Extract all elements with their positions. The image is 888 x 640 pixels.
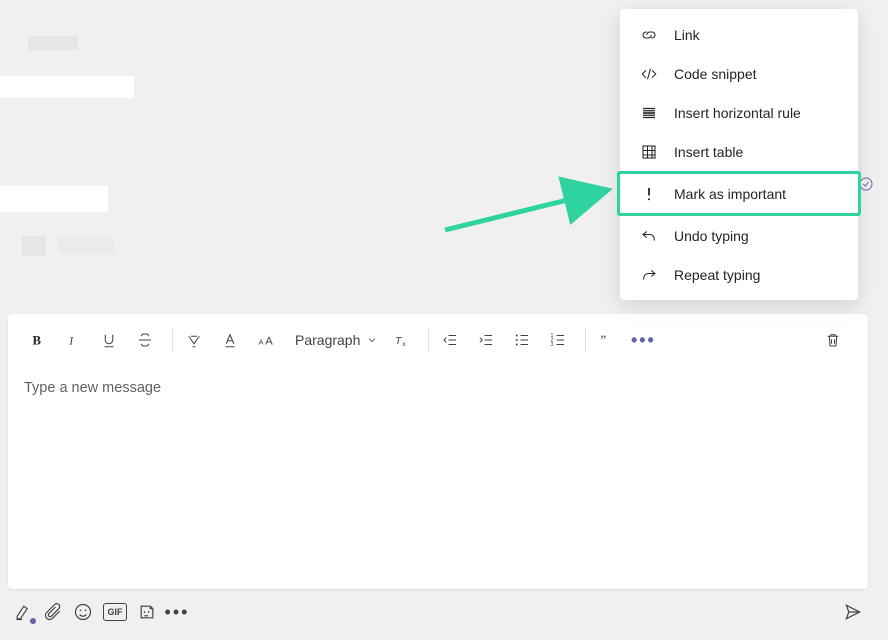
bold-button[interactable]: B xyxy=(22,325,52,355)
menu-item-label: Mark as important xyxy=(674,186,786,202)
paragraph-style-dropdown[interactable]: Paragraph xyxy=(295,332,378,348)
menu-item-label: Undo typing xyxy=(674,228,749,244)
highlight-button[interactable] xyxy=(179,325,209,355)
menu-item-label: Repeat typing xyxy=(674,267,760,283)
ellipsis-icon: ••• xyxy=(631,330,656,351)
format-button[interactable] xyxy=(8,597,38,627)
menu-item-mark-important[interactable]: Mark as important xyxy=(617,171,861,216)
menu-item-label: Code snippet xyxy=(674,66,757,82)
clear-formatting-button[interactable]: Tx xyxy=(386,325,416,355)
menu-item-label: Insert horizontal rule xyxy=(674,105,801,121)
code-icon xyxy=(638,65,660,83)
messaging-extensions-button[interactable]: ••• xyxy=(162,597,192,627)
delete-button[interactable] xyxy=(818,325,848,355)
toolbar-separator xyxy=(428,328,429,352)
message-editor[interactable]: Type a new message xyxy=(8,366,868,589)
important-icon xyxy=(638,185,660,203)
italic-button[interactable]: I xyxy=(58,325,88,355)
quote-button[interactable]: ” xyxy=(592,325,622,355)
increase-indent-button[interactable] xyxy=(471,325,501,355)
compose-bottom-bar: GIF ••• xyxy=(8,596,868,628)
bullet-list-button[interactable] xyxy=(507,325,537,355)
menu-item-link[interactable]: Link xyxy=(620,15,858,54)
menu-item-label: Insert table xyxy=(674,144,743,160)
redacted-area xyxy=(0,28,190,258)
strikethrough-button[interactable] xyxy=(130,325,160,355)
ellipsis-icon: ••• xyxy=(161,602,194,623)
paragraph-label: Paragraph xyxy=(295,332,360,348)
format-more-menu: Link Code snippet Insert horizontal rule… xyxy=(620,9,858,300)
undo-icon xyxy=(638,227,660,245)
giphy-button[interactable]: GIF xyxy=(103,603,127,621)
table-icon xyxy=(638,143,660,161)
redo-icon xyxy=(638,266,660,284)
gif-label: GIF xyxy=(108,607,123,617)
underline-button[interactable] xyxy=(94,325,124,355)
toolbar-separator xyxy=(172,328,173,352)
svg-text:A: A xyxy=(265,336,273,348)
font-size-button[interactable]: AA xyxy=(251,325,281,355)
font-color-button[interactable] xyxy=(215,325,245,355)
attach-button[interactable] xyxy=(38,597,68,627)
sticker-button[interactable] xyxy=(132,597,162,627)
menu-item-code-snippet[interactable]: Code snippet xyxy=(620,54,858,93)
menu-item-insert-table[interactable]: Insert table xyxy=(620,132,858,171)
toolbar-separator xyxy=(585,328,586,352)
svg-text:A: A xyxy=(259,338,264,347)
svg-text:3: 3 xyxy=(551,342,554,348)
svg-text:B: B xyxy=(33,334,42,348)
link-icon xyxy=(638,26,660,44)
menu-item-undo-typing[interactable]: Undo typing xyxy=(620,216,858,255)
send-button[interactable] xyxy=(838,597,868,627)
decrease-indent-button[interactable] xyxy=(435,325,465,355)
more-options-button[interactable]: ••• xyxy=(628,325,658,355)
menu-item-label: Link xyxy=(674,27,700,43)
svg-text:”: ” xyxy=(601,333,607,348)
format-toolbar: B I AA Paragraph Tx xyxy=(8,314,868,366)
menu-item-horizontal-rule[interactable]: Insert horizontal rule xyxy=(620,93,858,132)
compose-box: B I AA Paragraph Tx xyxy=(8,314,868,589)
horizontal-rule-icon xyxy=(638,104,660,122)
svg-text:x: x xyxy=(403,341,407,348)
chevron-down-icon xyxy=(366,334,378,346)
emoji-button[interactable] xyxy=(68,597,98,627)
menu-item-repeat-typing[interactable]: Repeat typing xyxy=(620,255,858,294)
svg-text:I: I xyxy=(68,334,74,348)
annotation-arrow xyxy=(440,172,630,247)
numbered-list-button[interactable]: 123 xyxy=(543,325,573,355)
format-active-indicator xyxy=(30,618,36,624)
